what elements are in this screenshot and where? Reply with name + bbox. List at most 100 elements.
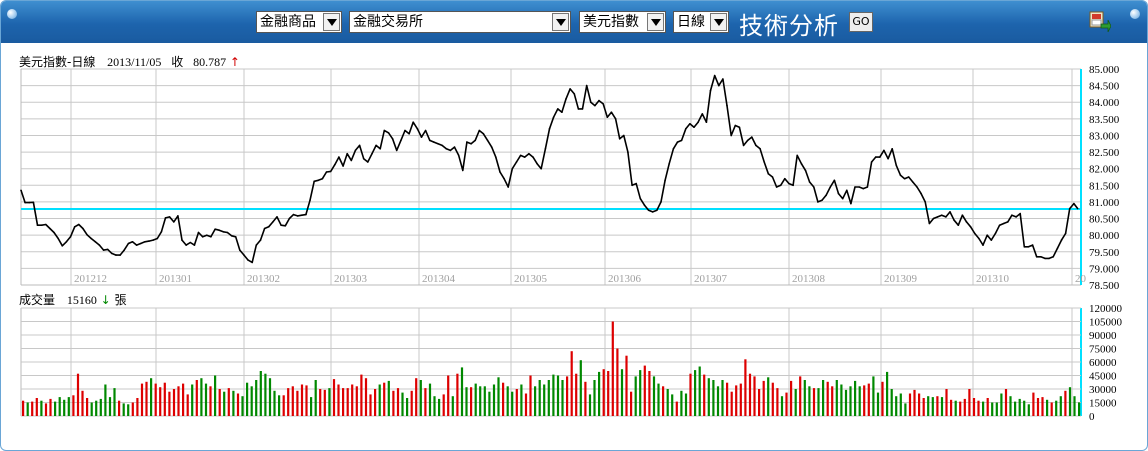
price-tick-label: 84.500 (1089, 81, 1120, 93)
volume-bar (991, 402, 994, 416)
price-tick-label: 79.000 (1089, 263, 1120, 275)
volume-tick-label: 120000 (1089, 303, 1123, 315)
volume-bar (410, 390, 413, 416)
month-label: 201302 (247, 273, 280, 285)
volume-bar (323, 389, 326, 416)
volume-bar (922, 398, 925, 416)
volume-bar (451, 396, 454, 416)
volume-bar (607, 371, 610, 416)
volume-value: 15160 (67, 293, 97, 307)
volume-bar (968, 389, 971, 416)
volume-bar (438, 398, 441, 416)
volume-bar (419, 380, 422, 416)
volume-bar (694, 370, 697, 416)
volume-bar (1078, 402, 1081, 416)
volume-bar (625, 355, 628, 416)
volume-bar (675, 401, 678, 416)
volume-bar (931, 397, 934, 416)
volume-bar (337, 384, 340, 416)
volume-bar (735, 385, 738, 416)
volume-bar (684, 393, 688, 416)
volume-bar (319, 389, 322, 416)
price-tick-label: 84.000 (1089, 97, 1120, 109)
price-up-arrow-icon: ↑ (230, 55, 240, 69)
volume-bar (26, 402, 29, 416)
volume-bar (780, 396, 784, 416)
volume-bar (465, 387, 468, 416)
volume-bar (314, 380, 317, 416)
volume-bar (58, 397, 61, 416)
volume-bar (936, 396, 939, 416)
volume-bar (31, 401, 34, 416)
volume-bar (470, 387, 473, 416)
volume-bar (223, 391, 226, 416)
volume-bar (543, 384, 546, 416)
volume-bar (835, 380, 838, 416)
month-label: 201301 (159, 273, 192, 285)
volume-bar (1009, 396, 1012, 416)
price-tick-label: 78.500 (1089, 280, 1120, 292)
volume-bar (483, 386, 486, 416)
price-tick-labels: 85.000 84.500 84.000 83.500 83.000 82.500 82.0… (1089, 64, 1120, 292)
month-label: 201307 (694, 273, 728, 285)
volume-bar (492, 384, 496, 416)
volume-bar (575, 373, 578, 416)
volume-bar (1023, 400, 1026, 416)
month-label: 201305 (514, 273, 548, 285)
volume-bar (767, 377, 770, 416)
volume-bar (172, 389, 176, 416)
volume-tick-label: 45000 (1089, 371, 1117, 383)
month-label: 201212 (74, 273, 107, 285)
volume-bar (538, 380, 541, 416)
volume-bar (1073, 396, 1076, 416)
volume-bar (383, 382, 386, 416)
volume-bar (195, 380, 198, 416)
volume-bar (255, 380, 258, 416)
volume-bar (268, 378, 272, 416)
volume-bar (908, 393, 912, 416)
price-tick-label: 81.500 (1089, 180, 1120, 192)
volume-bar (506, 386, 509, 416)
volume-bar (643, 365, 646, 416)
volume-bar (561, 380, 564, 416)
volume-bar (799, 376, 802, 416)
volume-bar (652, 376, 656, 416)
volume-bar (387, 380, 390, 416)
price-tick-label: 82.500 (1089, 147, 1120, 159)
month-labels: 201212 201301 201302 201303 201304 201305 2013… (74, 273, 1087, 285)
volume-bar (369, 394, 372, 416)
volume-bar (396, 388, 400, 416)
month-label: 201306 (608, 273, 642, 285)
volume-bar (986, 398, 989, 416)
volume-bar (579, 360, 582, 416)
volume-bar (497, 377, 500, 416)
volume-bar (634, 376, 637, 416)
price-tick-label: 79.500 (1089, 247, 1120, 259)
volume-bar (76, 373, 80, 416)
month-label: 20 (1075, 273, 1087, 285)
volume-bar (328, 388, 331, 416)
price-series-name: 美元指數-日線 (19, 54, 95, 69)
volume-bar (721, 380, 724, 416)
volume-bar (200, 378, 203, 416)
volume-bar (287, 388, 290, 416)
price-tick-label: 80.000 (1089, 230, 1120, 242)
volume-bar (712, 380, 715, 416)
volume-bar (593, 380, 596, 416)
volume-bar (620, 369, 624, 416)
volume-bar (803, 380, 806, 416)
volume-bar (163, 382, 166, 416)
volume-bar (872, 376, 875, 416)
volume-bar (863, 385, 866, 416)
volume-bar (351, 384, 354, 416)
volume-bar (456, 373, 459, 416)
volume-bar (378, 384, 381, 416)
volume-bar (876, 392, 880, 416)
volume-bar (118, 400, 121, 416)
volume-bar (95, 400, 98, 416)
volume-bar (524, 393, 528, 416)
volume-bar (415, 378, 418, 416)
volume-bar (716, 386, 720, 416)
volume-bar (22, 400, 25, 416)
volume-header: 成交量 15160 ↓ 張 (19, 292, 127, 307)
